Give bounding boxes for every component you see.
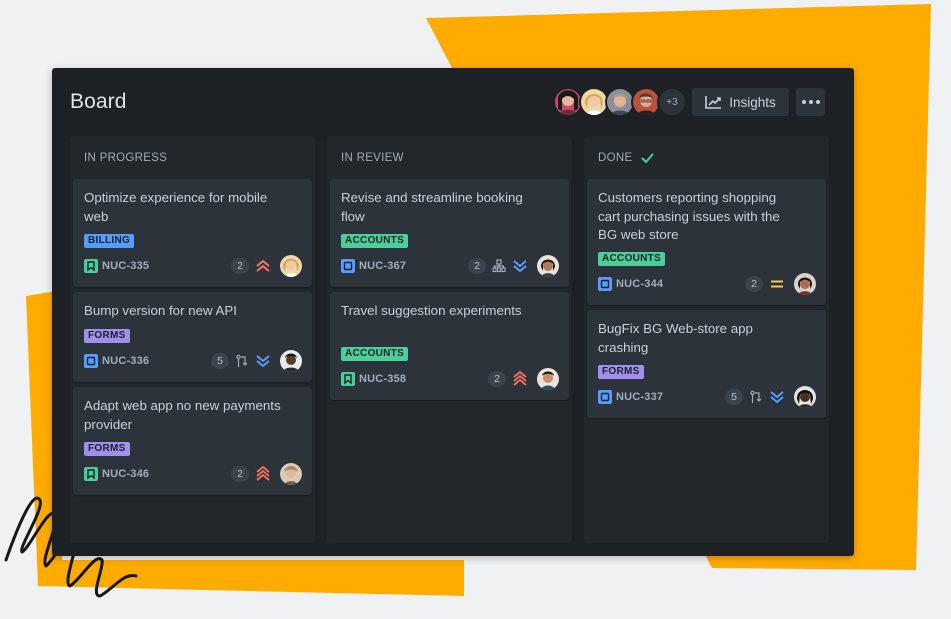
assignee-avatar[interactable] [537, 368, 559, 390]
task-icon [341, 259, 355, 273]
priority-lowest-icon [769, 389, 785, 405]
priority-highest-icon [255, 258, 271, 274]
card-footer: NUC-367 2 [341, 255, 559, 277]
label-badge: ACCOUNTS [341, 347, 409, 361]
card[interactable]: Bump version for new API FORMS NUC-336 5 [73, 292, 312, 382]
card-title: Bump version for new API [84, 303, 237, 318]
more-icon [801, 100, 820, 104]
avatar-more-count[interactable]: +3 [657, 87, 687, 117]
count-badge: 2 [488, 371, 506, 387]
assignee-avatar[interactable] [280, 463, 302, 485]
count-badge: 5 [211, 353, 229, 369]
board-panel: Board +3 Insights IN PROGRESS Optimize e… [52, 68, 854, 556]
story-icon [84, 259, 98, 273]
story-icon [84, 467, 98, 481]
card[interactable]: Travel suggestion experiments ACCOUNTS N… [330, 292, 569, 400]
issue-key[interactable]: NUC-335 [102, 259, 149, 273]
label-badge: BILLING [84, 234, 135, 248]
label-badge: FORMS [84, 442, 130, 456]
assignee-avatar[interactable] [794, 386, 816, 408]
card-footer: NUC-335 2 [84, 255, 302, 277]
count-badge: 2 [231, 466, 249, 482]
card-footer: NUC-344 2 [598, 273, 816, 295]
issue-key[interactable]: NUC-344 [616, 277, 663, 291]
column-in-review: IN REVIEW Revise and streamline booking … [327, 136, 572, 543]
card-title: Travel suggestion experiments [341, 303, 522, 318]
column-done: DONE Customers reporting shopping cart p… [584, 136, 829, 543]
assignee-avatar[interactable] [280, 350, 302, 372]
card-title: Customers reporting shopping cart purcha… [598, 190, 780, 242]
priority-highest-icon [255, 465, 271, 483]
page-title: Board [70, 90, 127, 113]
card-footer: NUC-346 2 [84, 463, 302, 485]
assignee-avatar[interactable] [537, 255, 559, 277]
card-footer: NUC-358 2 [341, 368, 559, 390]
card-title: Optimize experience for mobile web [84, 190, 268, 224]
hierarchy-icon [492, 259, 506, 273]
priority-lowest-icon [512, 258, 528, 274]
card[interactable]: Adapt web app no new payments provider F… [73, 387, 312, 495]
column-title: DONE [598, 152, 633, 164]
assignee-avatar[interactable] [794, 273, 816, 295]
pull-request-icon [235, 354, 249, 368]
story-icon [341, 372, 355, 386]
issue-key[interactable]: NUC-358 [359, 372, 406, 386]
card-title: Adapt web app no new payments provider [84, 398, 281, 432]
task-icon [598, 390, 612, 404]
column-title: IN REVIEW [341, 152, 404, 164]
issue-key[interactable]: NUC-337 [616, 390, 663, 404]
card[interactable]: Revise and streamline booking flow ACCOU… [330, 179, 569, 287]
priority-highest-icon [512, 370, 528, 388]
column-title: IN PROGRESS [84, 152, 168, 164]
column-header: DONE [598, 152, 654, 164]
issue-key[interactable]: NUC-336 [102, 354, 149, 368]
assignee-avatar[interactable] [280, 255, 302, 277]
card[interactable]: Optimize experience for mobile web BILLI… [73, 179, 312, 287]
card-footer: NUC-337 5 [598, 386, 816, 408]
insights-label: Insights [729, 94, 776, 110]
count-badge: 2 [468, 258, 486, 274]
task-icon [84, 354, 98, 368]
checkmark-icon [641, 153, 654, 164]
column-header: IN REVIEW [341, 152, 404, 164]
issue-key[interactable]: NUC-367 [359, 259, 406, 273]
label-badge: ACCOUNTS [598, 252, 666, 266]
chart-trend-icon [705, 95, 722, 109]
issue-key[interactable]: NUC-346 [102, 467, 149, 481]
pull-request-icon [749, 390, 763, 404]
task-icon [598, 277, 612, 291]
column-header: IN PROGRESS [84, 152, 167, 164]
card[interactable]: BugFix BG Web-store app crashing FORMS N… [587, 310, 826, 418]
count-badge: 2 [231, 258, 249, 274]
label-badge: FORMS [84, 329, 130, 343]
card-title: Revise and streamline booking flow [341, 190, 523, 224]
column-in-progress: IN PROGRESS Optimize experience for mobi… [70, 136, 315, 543]
card-footer: NUC-336 5 [84, 350, 302, 372]
count-badge: 5 [725, 389, 743, 405]
more-actions-button[interactable] [796, 88, 825, 116]
priority-lowest-icon [255, 353, 271, 369]
count-badge: 2 [745, 276, 763, 292]
insights-button[interactable]: Insights [692, 88, 789, 116]
card[interactable]: Customers reporting shopping cart purcha… [587, 179, 826, 305]
label-badge: ACCOUNTS [341, 234, 409, 248]
priority-medium-icon [769, 276, 785, 292]
card-title: BugFix BG Web-store app crashing [598, 321, 753, 355]
label-badge: FORMS [598, 365, 644, 379]
